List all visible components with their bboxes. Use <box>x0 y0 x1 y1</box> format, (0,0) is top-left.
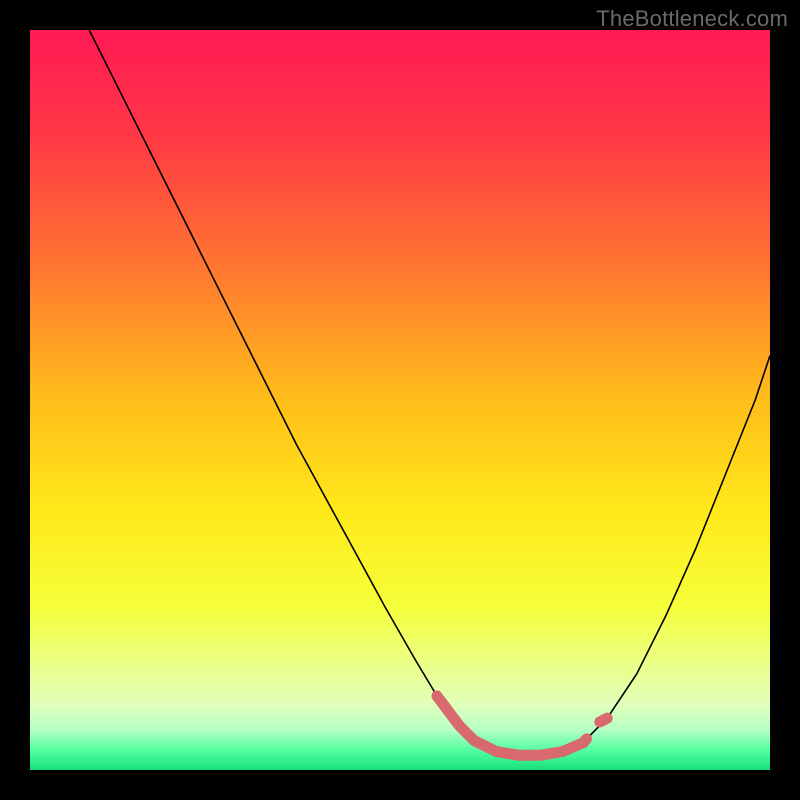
chart-svg <box>30 30 770 770</box>
series-bottleneck-valley-highlight-b <box>600 718 607 722</box>
attribution-label: TheBottleneck.com <box>596 6 788 32</box>
chart-frame: TheBottleneck.com <box>0 0 800 800</box>
chart-plot-area <box>30 30 770 770</box>
chart-background <box>30 30 770 770</box>
